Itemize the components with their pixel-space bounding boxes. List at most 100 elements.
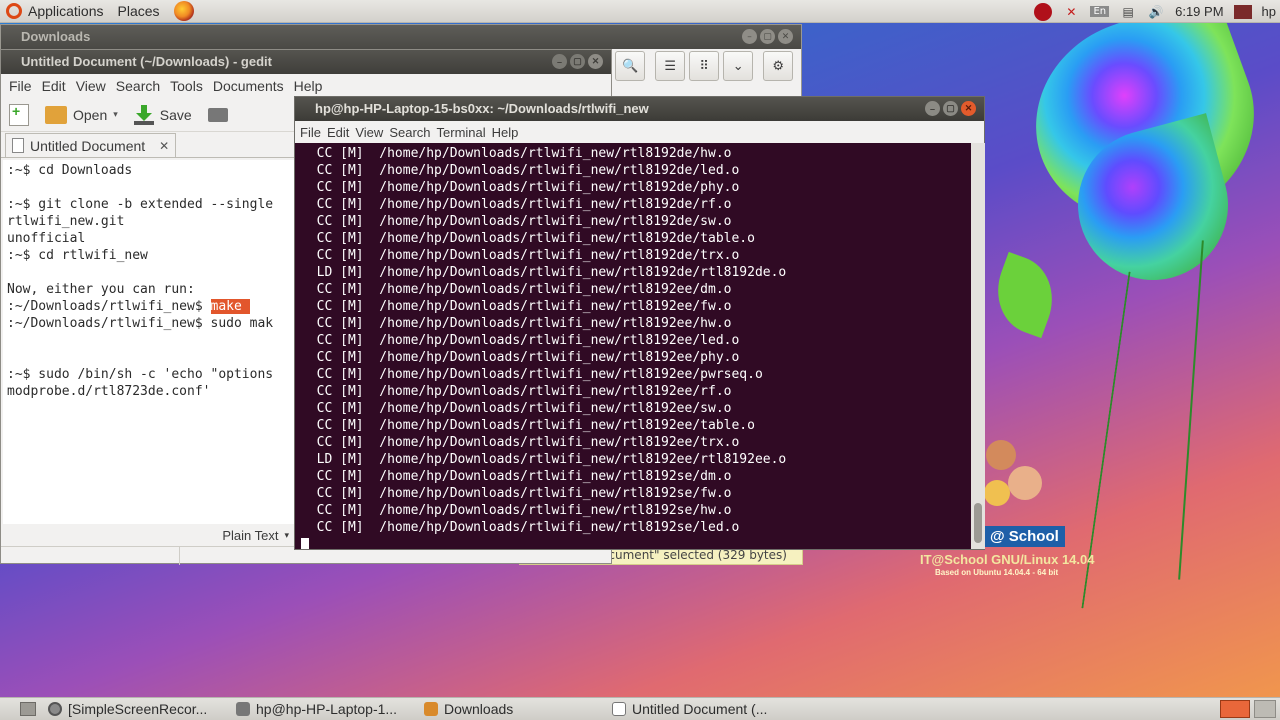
menu-documents[interactable]: Documents bbox=[213, 78, 284, 94]
recorder-icon bbox=[48, 702, 62, 716]
view-options-button[interactable]: ⌄ bbox=[723, 51, 754, 81]
save-button[interactable]: Save bbox=[133, 104, 192, 125]
new-document-button[interactable] bbox=[9, 103, 29, 126]
open-label: Open bbox=[73, 106, 108, 123]
save-label: Save bbox=[159, 106, 192, 123]
taskbar-label: Downloads bbox=[444, 701, 514, 717]
minimize-button[interactable]: – bbox=[742, 29, 757, 44]
school-badge: @ School bbox=[984, 526, 1065, 547]
places-menu[interactable]: Places bbox=[118, 3, 160, 19]
list-view-button[interactable]: ☰ bbox=[655, 51, 686, 81]
clock[interactable]: 6:19 PM bbox=[1175, 4, 1223, 19]
system-tray: ✕ En ▤ 🔊 6:19 PM hp bbox=[1034, 0, 1280, 23]
tab-untitled-document[interactable]: Untitled Document ✕ bbox=[5, 133, 177, 157]
menu-edit[interactable]: Edit bbox=[327, 125, 349, 140]
show-desktop-icon[interactable] bbox=[20, 702, 36, 716]
printer-icon bbox=[207, 107, 228, 122]
menu-view[interactable]: View bbox=[76, 78, 106, 94]
user-menu[interactable]: hp bbox=[1262, 4, 1276, 19]
recorder-icon[interactable] bbox=[1034, 2, 1053, 21]
open-button[interactable]: Open ▾ bbox=[45, 105, 118, 124]
window-title: Untitled Document (~/Downloads) - gedit bbox=[21, 54, 272, 69]
menu-search[interactable]: Search bbox=[116, 78, 160, 94]
editor-content: :~$ cd Downloads :~$ git clone -b extend… bbox=[3, 160, 295, 402]
grid-icon: ⠿ bbox=[699, 58, 709, 74]
menu-view[interactable]: View bbox=[355, 125, 383, 140]
search-icon: 🔍 bbox=[622, 58, 639, 74]
terminal-cursor bbox=[301, 538, 309, 549]
wallpaper-leaf-small bbox=[984, 251, 1066, 339]
school-mascot bbox=[984, 440, 1054, 520]
menu-file[interactable]: File bbox=[9, 78, 32, 94]
window-title-bar[interactable]: hp@hp-HP-Laptop-15-bs0xx: ~/Downloads/rt… bbox=[295, 97, 984, 121]
close-button[interactable]: ✕ bbox=[778, 29, 793, 44]
menu-help[interactable]: Help bbox=[492, 125, 519, 140]
print-button[interactable] bbox=[207, 107, 228, 122]
close-button[interactable]: ✕ bbox=[961, 101, 976, 116]
keyboard-layout-indicator[interactable]: En bbox=[1090, 6, 1110, 17]
session-icon[interactable] bbox=[1233, 4, 1252, 19]
maximize-button[interactable]: ▢ bbox=[570, 54, 585, 69]
taskbar-item-gedit[interactable]: Untitled Document (... bbox=[612, 701, 794, 717]
taskbar-item-screen-recorder[interactable]: [SimpleScreenRecor... bbox=[48, 701, 230, 717]
chevron-down-icon[interactable]: ▾ bbox=[284, 530, 289, 541]
window-title: hp@hp-HP-Laptop-15-bs0xx: ~/Downloads/rt… bbox=[315, 101, 649, 116]
scrollbar[interactable] bbox=[971, 143, 985, 549]
volume-icon[interactable]: 🔊 bbox=[1147, 4, 1165, 20]
terminal-icon bbox=[236, 702, 250, 716]
wallpaper-stem bbox=[1178, 240, 1204, 580]
file-manager-toolbar: 🔍 ☰ ⠿ ⌄ ⚙ bbox=[615, 51, 794, 81]
maximize-button[interactable]: ▢ bbox=[943, 101, 958, 116]
bottom-panel: [SimpleScreenRecor... hp@hp-HP-Laptop-1.… bbox=[0, 697, 1280, 720]
taskbar-label: [SimpleScreenRecor... bbox=[68, 701, 208, 717]
save-icon bbox=[133, 104, 154, 125]
chevron-down-icon[interactable]: ▾ bbox=[113, 109, 118, 120]
menu-tools[interactable]: Tools bbox=[170, 78, 203, 94]
minimize-button[interactable]: – bbox=[925, 101, 940, 116]
menu-help[interactable]: Help bbox=[294, 78, 323, 94]
settings-button[interactable]: ⚙ bbox=[763, 51, 794, 81]
close-button[interactable]: ✕ bbox=[588, 54, 603, 69]
scrollbar-thumb[interactable] bbox=[974, 503, 982, 543]
new-document-icon bbox=[9, 103, 29, 126]
editor-text-after: :~/Downloads/rtlwifi_new$ sudo mak :~$ s… bbox=[7, 316, 274, 399]
workspace-switcher-active[interactable] bbox=[1220, 700, 1250, 718]
window-title-bar[interactable]: Untitled Document (~/Downloads) - gedit … bbox=[1, 50, 611, 74]
language-mode-selector[interactable]: Plain Text bbox=[222, 528, 278, 543]
folder-open-icon bbox=[45, 105, 67, 124]
grid-view-button[interactable]: ⠿ bbox=[689, 51, 720, 81]
list-icon: ☰ bbox=[664, 58, 677, 74]
distro-title: IT@School GNU/Linux 14.04 bbox=[920, 552, 1095, 567]
window-controls: – ▢ ✕ bbox=[925, 101, 976, 116]
terminal-output[interactable]: CC [M] /home/hp/Downloads/rtlwifi_new/rt… bbox=[295, 143, 971, 549]
terminal-text: CC [M] /home/hp/Downloads/rtlwifi_new/rt… bbox=[316, 146, 787, 535]
folder-icon bbox=[424, 702, 438, 716]
clipboard-icon[interactable]: ▤ bbox=[1119, 4, 1137, 20]
terminal-window: hp@hp-HP-Laptop-15-bs0xx: ~/Downloads/rt… bbox=[294, 96, 985, 550]
network-disconnected-icon[interactable]: ✕ bbox=[1062, 4, 1080, 20]
close-tab-icon[interactable]: ✕ bbox=[159, 139, 169, 153]
search-button[interactable]: 🔍 bbox=[615, 51, 646, 81]
trash-icon[interactable] bbox=[1254, 700, 1276, 718]
editor-text-before: :~$ cd Downloads :~$ git clone -b extend… bbox=[7, 163, 274, 314]
menu-bar: File Edit View Search Tools Documents He… bbox=[1, 74, 611, 98]
text-editor-area[interactable]: :~$ cd Downloads :~$ git clone -b extend… bbox=[3, 160, 295, 524]
taskbar-label: hp@hp-HP-Laptop-1... bbox=[256, 701, 398, 717]
selected-text: make bbox=[210, 299, 250, 314]
menu-terminal[interactable]: Terminal bbox=[437, 125, 486, 140]
maximize-button[interactable]: ▢ bbox=[760, 29, 775, 44]
top-panel: Applications Places ✕ En ▤ 🔊 6:19 PM hp bbox=[0, 0, 1280, 23]
taskbar-label: Untitled Document (... bbox=[632, 701, 768, 717]
firefox-icon[interactable] bbox=[173, 1, 194, 21]
menu-search[interactable]: Search bbox=[389, 125, 430, 140]
minimize-button[interactable]: – bbox=[552, 54, 567, 69]
status-bar: Plain Text ▾ bbox=[1, 524, 295, 546]
chevron-down-icon: ⌄ bbox=[732, 58, 744, 74]
ubuntu-logo-icon[interactable] bbox=[6, 3, 22, 19]
menu-edit[interactable]: Edit bbox=[42, 78, 66, 94]
taskbar-item-terminal[interactable]: hp@hp-HP-Laptop-1... bbox=[236, 701, 418, 717]
window-title[interactable]: Downloads bbox=[1, 25, 801, 49]
applications-menu[interactable]: Applications bbox=[28, 3, 104, 19]
menu-file[interactable]: File bbox=[300, 125, 321, 140]
taskbar-item-downloads[interactable]: Downloads bbox=[424, 701, 606, 717]
